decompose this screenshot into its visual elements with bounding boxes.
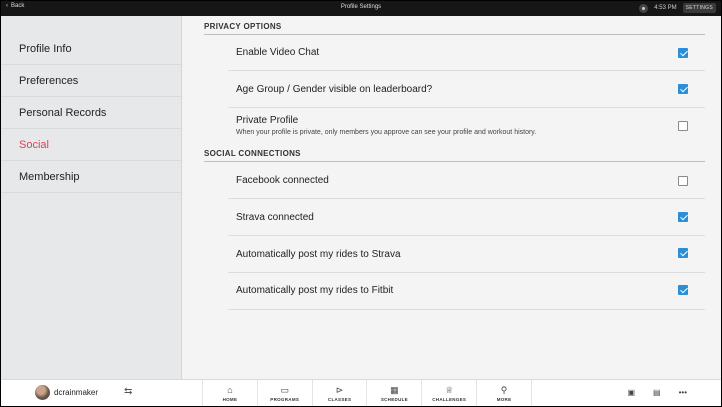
row-facebook-connected: Facebook connected [228,162,705,199]
tab-bar: ⌂ HOME ▭ PROGRAMS ⊳ CLASSES ▦ SCHEDULE ♕… [202,380,532,406]
clock: 4:53 PM [654,5,677,11]
settings-button[interactable]: SETTINGS [682,3,716,13]
social-connections-header: SOCIAL CONNECTIONS [204,149,301,158]
sidebar-item-profile-info[interactable]: Profile Info [1,33,181,65]
row-label: Automatically post my rides to Fitbit [236,285,394,296]
row-post-to-fitbit: Automatically post my rides to Fitbit [228,274,705,310]
app-frame: ‹ Back Profile Settings 4:53 PM SETTINGS… [1,1,721,406]
checkbox-facebook[interactable] [678,176,688,186]
checkbox-video-chat[interactable] [678,48,688,58]
runner-icon: ⚲ [500,385,508,395]
tab-classes[interactable]: ⊳ CLASSES [311,380,367,406]
row-label: Private Profile [236,115,299,126]
tab-challenges[interactable]: ♕ CHALLENGES [421,380,476,406]
bottom-bar: dcrainmaker ⇆ ⌂ HOME ▭ PROGRAMS ⊳ CLASSE… [1,379,721,406]
bottom-right-icons: ▣ ▤ ••• [627,388,687,397]
play-icon: ⊳ [335,385,344,395]
tab-label: CLASSES [327,397,352,402]
programs-icon: ▭ [280,385,289,395]
status-area: 4:53 PM SETTINGS [639,3,716,13]
row-label: Age Group / Gender visible on leaderboar… [236,84,433,95]
checkbox-age-gender[interactable] [678,84,688,94]
sidebar: Profile Info Preferences Personal Record… [1,16,182,379]
more-dots-icon[interactable]: ••• [679,388,687,397]
checkbox-strava[interactable] [678,212,688,222]
row-private-profile: Private Profile When your profile is pri… [228,109,705,146]
tab-label: HOME [222,397,238,402]
sidebar-item-membership[interactable]: Membership [1,161,181,193]
top-bar: ‹ Back Profile Settings 4:53 PM SETTINGS [1,1,721,16]
tab-label: PROGRAMS [270,397,300,402]
volume-icon[interactable]: ▣ [627,388,635,397]
tab-programs[interactable]: ▭ PROGRAMS [256,380,312,406]
row-label: Strava connected [236,212,314,223]
screen-icon[interactable]: ▤ [653,388,661,397]
tab-label: CHALLENGES [432,397,467,402]
row-strava-connected: Strava connected [228,200,705,236]
row-label: Enable Video Chat [236,47,320,58]
user-profile-button[interactable]: dcrainmaker [35,385,98,400]
checkbox-post-strava[interactable] [678,248,688,258]
tab-label: SCHEDULE [380,397,408,402]
trophy-icon: ♕ [445,385,454,395]
swap-icon[interactable]: ⇆ [124,386,132,397]
row-label: Automatically post my rides to Strava [236,249,401,260]
row-label: Facebook connected [236,175,329,186]
sidebar-item-preferences[interactable]: Preferences [1,65,181,97]
row-enable-video-chat: Enable Video Chat [228,35,705,71]
settings-content: PRIVACY OPTIONS Enable Video Chat Age Gr… [183,16,721,379]
row-age-gender-visible: Age Group / Gender visible on leaderboar… [228,72,705,108]
calendar-icon: ▦ [390,385,399,395]
checkbox-post-fitbit[interactable] [678,285,688,295]
privacy-options-header: PRIVACY OPTIONS [204,22,282,31]
tab-schedule[interactable]: ▦ SCHEDULE [366,380,421,406]
wifi-icon [639,3,649,13]
username: dcrainmaker [54,388,99,397]
sidebar-item-personal-records[interactable]: Personal Records [1,97,181,129]
tab-more[interactable]: ⚲ MORE [476,380,532,406]
checkbox-private-profile[interactable] [678,121,688,131]
home-icon: ⌂ [227,385,233,395]
avatar [35,385,50,400]
tab-home[interactable]: ⌂ HOME [202,380,257,406]
page-title: Profile Settings [340,4,382,10]
row-post-to-strava: Automatically post my rides to Strava [228,237,705,273]
sidebar-item-social[interactable]: Social [1,129,181,161]
row-description: When your profile is private, only membe… [236,129,537,136]
tab-label: MORE [496,397,512,402]
